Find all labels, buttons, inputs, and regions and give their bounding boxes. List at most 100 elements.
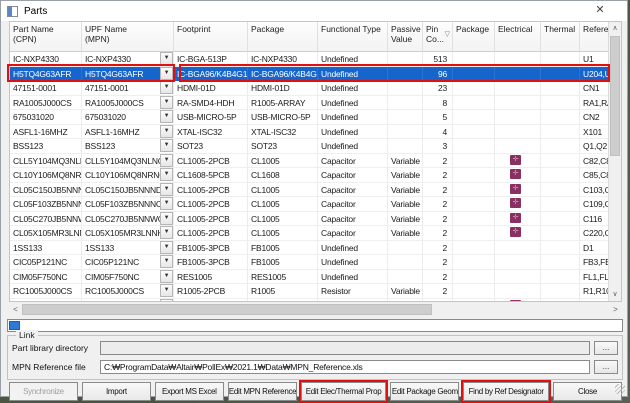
cell-functional-type[interactable]: Capacitor: [318, 226, 388, 241]
mpn-dropdown-icon[interactable]: ▼: [160, 241, 173, 254]
edit-package-geom-button[interactable]: Edit Package Geom: [390, 382, 459, 401]
cell-reference[interactable]: U204,U: [580, 67, 610, 82]
cell-mpn[interactable]: CL10Y106MQ8NRNC▼: [82, 168, 174, 183]
cell-package2[interactable]: [453, 183, 495, 198]
cell-functional-type[interactable]: Undefined: [318, 81, 388, 96]
cell-passive-value[interactable]: [388, 241, 423, 256]
cell-pin-count[interactable]: 5: [423, 110, 453, 125]
cell-reference[interactable]: D1: [580, 241, 610, 256]
cell-passive-value[interactable]: [388, 110, 423, 125]
table-row[interactable]: CIM05F750NCCIM05F750NC▼RES1005RES1005Und…: [10, 270, 610, 285]
cell-passive-value[interactable]: [388, 270, 423, 285]
cell-footprint[interactable]: RES1005: [174, 270, 248, 285]
cell-thermal[interactable]: [541, 212, 580, 227]
mpn-reference-file-input[interactable]: [100, 360, 590, 374]
cell-thermal[interactable]: [541, 197, 580, 212]
vertical-scroll-thumb[interactable]: [610, 36, 620, 156]
cell-package[interactable]: IC-BGA96/K4B4G1: [248, 67, 318, 82]
cell-package[interactable]: R1005: [248, 299, 318, 303]
cell-thermal[interactable]: [541, 168, 580, 183]
table-row[interactable]: ASFL1-16MHZASFL1-16MHZ▼XTAL-ISC32XTAL-IS…: [10, 125, 610, 140]
cell-mpn[interactable]: 1SS133▼: [82, 241, 174, 256]
cell-footprint[interactable]: CL1005-2PCB: [174, 212, 248, 227]
cell-package2[interactable]: [453, 139, 495, 154]
cell-passive-value[interactable]: [388, 125, 423, 140]
cell-package2[interactable]: [453, 96, 495, 111]
cell-cpn[interactable]: RC1005J000CS: [10, 284, 82, 299]
cell-package2[interactable]: [453, 52, 495, 67]
cell-electrical[interactable]: [495, 67, 541, 82]
cell-package[interactable]: HDMI-01D: [248, 81, 318, 96]
cell-electrical[interactable]: [495, 139, 541, 154]
horizontal-scroll-thumb[interactable]: [22, 304, 432, 315]
cell-package2[interactable]: [453, 197, 495, 212]
cell-cpn[interactable]: CL05F103ZB5NNNC: [10, 197, 82, 212]
cell-functional-type[interactable]: Resistor: [318, 284, 388, 299]
table-row[interactable]: CL10Y106MQ8NRNCCL10Y106MQ8NRNC▼CL1608-5P…: [10, 168, 610, 183]
cell-functional-type[interactable]: Capacitor: [318, 154, 388, 169]
cell-mpn[interactable]: CL05F103ZB5NNNC▼: [82, 197, 174, 212]
cell-cpn[interactable]: RA1005J000CS: [10, 96, 82, 111]
cell-reference[interactable]: FL1,FL2: [580, 270, 610, 285]
import-button[interactable]: Import: [82, 382, 151, 401]
cell-footprint[interactable]: RA-SMD4-HDH: [174, 96, 248, 111]
cell-pin-count[interactable]: 8: [423, 96, 453, 111]
cell-package2[interactable]: [453, 270, 495, 285]
cell-thermal[interactable]: [541, 96, 580, 111]
cell-electrical[interactable]: ✛: [495, 226, 541, 241]
cell-footprint[interactable]: XTAL-ISC32: [174, 125, 248, 140]
cell-package[interactable]: USB-MICRO-5P: [248, 110, 318, 125]
cell-package2[interactable]: [453, 226, 495, 241]
cell-mpn[interactable]: IC-NXP4330▼: [82, 52, 174, 67]
mpn-dropdown-icon[interactable]: ▼: [160, 299, 173, 303]
cell-package[interactable]: IC-NXP4330: [248, 52, 318, 67]
cell-footprint[interactable]: CL1005-2PCB: [174, 226, 248, 241]
cell-package[interactable]: FB1005: [248, 255, 318, 270]
table-row-selected[interactable]: H5TQ4G63AFRH5TQ4G63AFR▼IC-BGA96/K4B4G16I…: [10, 67, 610, 82]
cell-package2[interactable]: [453, 81, 495, 96]
cell-thermal[interactable]: [541, 67, 580, 82]
table-row[interactable]: CLL5Y104MQ3NLNCCLL5Y104MQ3NLNC▼CL1005-2P…: [10, 154, 610, 169]
column-header-referen[interactable]: Referen: [580, 22, 610, 52]
cell-pin-count[interactable]: 2: [423, 197, 453, 212]
cell-package2[interactable]: [453, 284, 495, 299]
cell-footprint[interactable]: IC-BGA96/K4B4G16: [174, 67, 248, 82]
cell-passive-value[interactable]: [388, 255, 423, 270]
cell-footprint[interactable]: USB-MICRO-5P: [174, 110, 248, 125]
cell-electrical[interactable]: ✛: [495, 183, 541, 198]
mpn-dropdown-icon[interactable]: ▼: [160, 52, 173, 65]
cell-footprint[interactable]: CL1608-5PCB: [174, 168, 248, 183]
cell-passive-value[interactable]: Variable: [388, 284, 423, 299]
column-header-upf-name-mpn[interactable]: UPF Name (MPN): [82, 22, 174, 52]
cell-mpn[interactable]: CLL5Y104MQ3NLNC▼: [82, 154, 174, 169]
mpn-dropdown-icon[interactable]: ▼: [160, 197, 173, 210]
cell-package2[interactable]: [453, 67, 495, 82]
cell-cpn[interactable]: CLL5Y104MQ3NLNC: [10, 154, 82, 169]
table-row[interactable]: CL05F103ZB5NNNCCL05F103ZB5NNNC▼CL1005-2P…: [10, 197, 610, 212]
scroll-up-icon[interactable]: ∧: [609, 22, 621, 35]
cell-reference[interactable]: RA1,RA: [580, 96, 610, 111]
cell-reference[interactable]: R1,R10,: [580, 284, 610, 299]
cell-passive-value[interactable]: Variable: [388, 197, 423, 212]
find-by-ref-designator-button[interactable]: Find by Ref Designator: [463, 382, 549, 401]
cell-reference[interactable]: C82,C8: [580, 154, 610, 169]
cell-reference[interactable]: X101: [580, 125, 610, 140]
close-icon[interactable]: ✕: [591, 2, 609, 18]
cell-mpn[interactable]: 47151-0001▼: [82, 81, 174, 96]
cell-package[interactable]: R1005-ARRAY: [248, 96, 318, 111]
cell-functional-type[interactable]: Resistor: [318, 299, 388, 303]
cell-pin-count[interactable]: 2: [423, 154, 453, 169]
resize-grip[interactable]: [615, 384, 625, 394]
cell-package2[interactable]: [453, 125, 495, 140]
cell-thermal[interactable]: [541, 241, 580, 256]
cell-reference[interactable]: Q1,Q2: [580, 139, 610, 154]
cell-electrical[interactable]: ✛: [495, 168, 541, 183]
table-row[interactable]: 1SS1331SS133▼FB1005-3PCBFB1005Undefined2…: [10, 241, 610, 256]
cell-footprint[interactable]: R1005-2PCB: [174, 284, 248, 299]
cell-mpn[interactable]: CIC05P121NC▼: [82, 255, 174, 270]
cell-electrical[interactable]: [495, 255, 541, 270]
close-button[interactable]: Close: [553, 382, 622, 401]
export-ms-excel-button[interactable]: Export MS Excel: [155, 382, 224, 401]
mpn-dropdown-icon[interactable]: ▼: [160, 255, 173, 268]
cell-cpn[interactable]: RC1005F104CS: [10, 299, 82, 303]
